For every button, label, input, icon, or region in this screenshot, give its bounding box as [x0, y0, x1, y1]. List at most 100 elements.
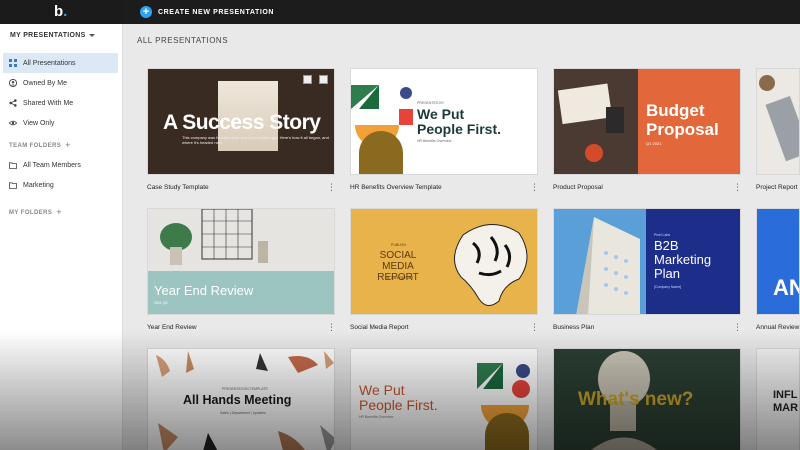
- thumbnail-bottom-text: Sales | Department | Updates: [220, 411, 266, 415]
- card-label-business-plan[interactable]: Business Plan: [553, 324, 594, 331]
- more-options-icon[interactable]: ⋮: [733, 323, 742, 333]
- thumbnail-top-text: PRESENTATION TEMPLATE: [222, 387, 268, 391]
- thumbnail-bottom-text: HR Benefits Overview: [417, 139, 452, 143]
- more-options-icon[interactable]: ⋮: [733, 183, 742, 193]
- building-photo: [554, 209, 646, 314]
- presentation-thumbnail-case-study[interactable]: A Success Story This company was founded…: [147, 68, 335, 175]
- thumbnail-top-text: Pixel Labs: [654, 233, 671, 237]
- thumbnail-title-line-1: Budget: [646, 101, 705, 120]
- thumbnail-subtitle: This company was founded over a hundred …: [182, 135, 329, 145]
- logo-dot: .: [63, 3, 68, 20]
- thumbnail-title-line-2: Marketing: [654, 252, 712, 267]
- thumbnail-title: B2B Marketing Plan: [654, 239, 711, 281]
- presentation-thumbnail-influencer[interactable]: INFL MAR: [756, 348, 800, 450]
- thumbnail-title: A Success Story: [163, 111, 321, 134]
- sidebar-item-all-team-members[interactable]: All Team Members: [3, 155, 118, 175]
- create-new-presentation-button[interactable]: + CREATE NEW PRESENTATION: [140, 5, 274, 19]
- logo-area: b.: [0, 0, 123, 24]
- team-folders-label: TEAM FOLDERS: [9, 143, 62, 149]
- presentation-thumbnail-hr-benefits-2[interactable]: We Put People First. HR Benefits Overvie…: [350, 348, 538, 450]
- sidebar: MY PRESENTATIONS All Presentations Owned…: [0, 24, 123, 450]
- thumbnail-title-line-1: We Put: [359, 382, 405, 398]
- add-my-folder-icon[interactable]: +: [56, 207, 62, 217]
- presentation-thumbnail-all-hands-meeting[interactable]: PRESENTATION TEMPLATE All Hands Meeting …: [147, 348, 335, 450]
- card-label-case-study[interactable]: Case Study Template: [147, 184, 209, 191]
- shelf-photo: [148, 209, 334, 271]
- thumbnail-title-line-1: We Put: [417, 106, 465, 122]
- thumbnail-bottom-text: Q1 2021 REPORT: [385, 276, 414, 280]
- more-options-icon[interactable]: ⋮: [327, 183, 336, 193]
- app-logo[interactable]: b.: [54, 4, 67, 20]
- thumbnail-title-line-2: Proposal: [646, 120, 719, 139]
- thumbnail-top-text: PUBLISH: [391, 243, 406, 247]
- thumbnail-title: What's new?: [578, 389, 694, 410]
- sidebar-item-label: All Presentations: [23, 59, 76, 67]
- card-label-hr-benefits[interactable]: HR Benefits Overview Template: [350, 184, 442, 191]
- presentation-thumbnail-whats-new[interactable]: What's new?: [553, 348, 741, 450]
- user-icon: [9, 79, 17, 87]
- more-options-box[interactable]: [319, 75, 328, 84]
- sidebar-item-owned-by-me[interactable]: Owned By Me: [3, 73, 118, 93]
- eye-icon: [9, 119, 17, 127]
- head-illustration: [454, 224, 528, 306]
- grid-icon: [9, 59, 17, 67]
- card-label-project-report[interactable]: Project Report: [756, 184, 798, 191]
- thumbnail-title: We Put People First.: [359, 383, 438, 413]
- presentation-thumbnail-project-report[interactable]: [756, 68, 800, 175]
- more-options-icon[interactable]: ⋮: [530, 323, 539, 333]
- caret-down-icon: [88, 33, 95, 37]
- card-label-social-media-report[interactable]: Social Media Report: [350, 324, 409, 331]
- select-checkbox[interactable]: [303, 75, 312, 84]
- sidebar-item-label: All Team Members: [23, 161, 81, 169]
- thumbnail-bottom-text: HR Benefits Overview: [359, 415, 394, 419]
- geometric-shapes-graphic: [351, 85, 413, 174]
- add-team-folder-icon[interactable]: +: [65, 140, 71, 150]
- thumbnail-title: Budget Proposal: [646, 101, 719, 139]
- presentation-thumbnail-social-media-report[interactable]: PUBLISH SOCIAL MEDIA REPORT Q1 2021 REPO…: [350, 208, 538, 315]
- thumbnail-subtitle: 2021 Q3: [154, 301, 168, 305]
- presentation-thumbnail-annual-review[interactable]: AN: [756, 208, 800, 315]
- thumbnail-title: INFL MAR: [773, 389, 798, 415]
- logo-letter: b: [54, 3, 64, 20]
- create-label: CREATE NEW PRESENTATION: [158, 8, 275, 16]
- presentation-thumbnail-year-end-review[interactable]: Year End Review 2021 Q3: [147, 208, 335, 315]
- folder-icon: [9, 161, 17, 169]
- sidebar-item-view-only[interactable]: View Only: [3, 113, 118, 133]
- sidebar-item-label: Marketing: [23, 181, 54, 189]
- presentation-thumbnail-product-proposal[interactable]: Budget Proposal Q1 2021: [553, 68, 741, 175]
- thumbnail-title-line-2: People First.: [359, 397, 438, 413]
- thumbnail-title: All Hands Meeting: [183, 393, 292, 407]
- sidebar-item-shared-with-me[interactable]: Shared With Me: [3, 93, 118, 113]
- thumbnail-title-line-1: B2B: [654, 238, 679, 253]
- thumbnail-bottom-text: [Company Name]: [654, 285, 682, 289]
- more-options-icon[interactable]: ⋮: [530, 183, 539, 193]
- my-folders-label: MY FOLDERS: [9, 210, 53, 216]
- thumbnail-title: We Put People First.: [417, 107, 501, 137]
- sidebar-item-marketing[interactable]: Marketing: [3, 175, 118, 195]
- my-folders-header: MY FOLDERS +: [9, 207, 62, 217]
- page-title: ALL PRESENTATIONS: [137, 36, 229, 45]
- team-folders-header: TEAM FOLDERS +: [9, 140, 71, 150]
- my-presentations-label: MY PRESENTATIONS: [10, 32, 86, 39]
- my-presentations-dropdown[interactable]: MY PRESENTATIONS: [10, 32, 95, 39]
- presentation-thumbnail-business-plan[interactable]: Pixel Labs B2B Marketing Plan [Company N…: [553, 208, 741, 315]
- sidebar-item-label: Shared With Me: [23, 99, 74, 107]
- card-label-annual-review[interactable]: Annual Review: [756, 324, 799, 331]
- thumbnail-title: Year End Review: [154, 283, 254, 298]
- sidebar-item-label: View Only: [23, 119, 55, 127]
- sidebar-item-label: Owned By Me: [23, 79, 67, 87]
- presentation-thumbnail-hr-benefits[interactable]: PRESENTED BY We Put People First. HR Ben…: [350, 68, 538, 175]
- more-options-icon[interactable]: ⋮: [327, 323, 336, 333]
- thumbnail-title-line-2: MAR: [773, 402, 799, 414]
- thumbnail-date: Q1 2021: [646, 141, 662, 146]
- desk-photo: [554, 69, 638, 174]
- thumbnail-title-line-3: Plan: [654, 266, 681, 281]
- thumbnail-top-text: PRESENTED BY: [417, 101, 445, 105]
- thumbnail-title-line-1: INFL: [773, 389, 798, 401]
- thumbnail-title-line-1: SOCIAL MEDIA: [379, 250, 417, 272]
- thumbnail-title: AN: [773, 275, 799, 300]
- card-label-product-proposal[interactable]: Product Proposal: [553, 184, 603, 191]
- card-label-year-end-review[interactable]: Year End Review: [147, 324, 197, 331]
- sidebar-item-all-presentations[interactable]: All Presentations: [3, 53, 118, 73]
- share-icon: [9, 99, 17, 107]
